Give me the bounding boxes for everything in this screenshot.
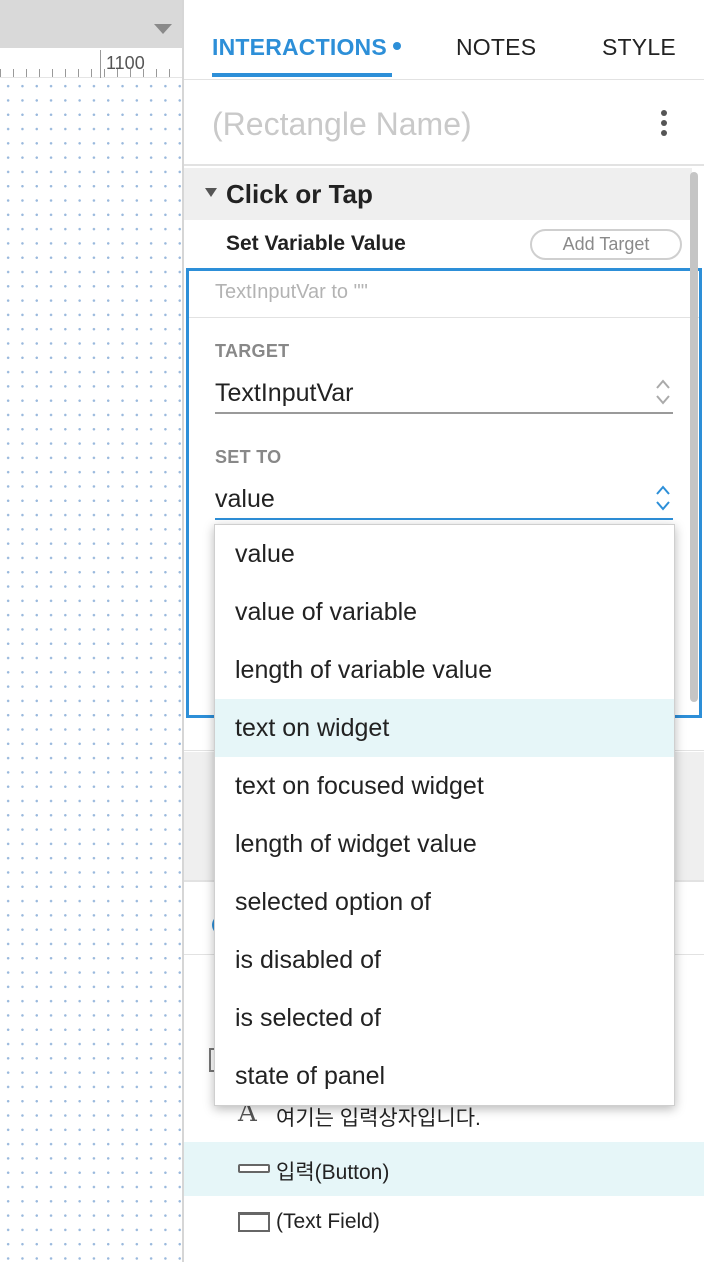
button-icon [238, 1164, 270, 1173]
inspector-tabs: INTERACTIONS NOTES STYLE [184, 0, 704, 80]
tab-style-label: STYLE [602, 34, 676, 60]
active-tab-indicator [212, 73, 392, 77]
event-title: Click or Tap [226, 179, 373, 209]
set-to-label: SET TO [215, 447, 282, 467]
canvas-area[interactable]: 1100 [0, 0, 184, 1262]
more-options-icon[interactable] [660, 110, 668, 138]
action-summary: TextInputVar to "" [215, 281, 368, 303]
target-label: TARGET [215, 341, 290, 361]
target-stepper-icon[interactable] [655, 377, 671, 407]
set-to-dropdown: value value of variable length of variab… [214, 524, 675, 1106]
tab-notes-label: NOTES [456, 34, 537, 60]
dropdown-option-highlighted[interactable]: text on widget [215, 699, 674, 757]
outline-item-label: 입력(Button) [276, 1161, 390, 1184]
target-underline [215, 412, 673, 414]
dropdown-option[interactable]: text on focused widget [215, 757, 674, 815]
set-to-select[interactable]: value [215, 485, 275, 514]
ruler-major-tick [100, 50, 101, 78]
dropdown-option[interactable]: selected option of [215, 873, 674, 931]
canvas-toolbar [0, 0, 184, 48]
outline-item-label: 여기는 입력상자입니다. [276, 1107, 481, 1130]
caret-down-icon[interactable] [154, 24, 172, 34]
outline-item-button[interactable]: 입력(Button) [184, 1142, 704, 1196]
outline-item-text-field[interactable]: (Text Field) [184, 1196, 704, 1250]
set-to-stepper-icon[interactable] [655, 483, 671, 513]
tab-notes[interactable]: NOTES [456, 34, 536, 61]
action-row: Set Variable Value Add Target [184, 222, 692, 268]
add-target-button[interactable]: Add Target [530, 229, 682, 260]
widget-name-row: (Rectangle Name) [184, 80, 704, 166]
event-header[interactable]: Click or Tap [184, 168, 692, 220]
divider [189, 317, 699, 318]
tab-interactions[interactable]: INTERACTIONS [212, 34, 401, 61]
collapse-caret-icon[interactable] [205, 188, 217, 197]
set-to-underline [215, 518, 673, 520]
modified-dot-icon [392, 41, 401, 50]
dropdown-option[interactable]: value [215, 525, 674, 583]
dropdown-option[interactable]: value of variable [215, 583, 674, 641]
ruler-label: 1100 [106, 53, 145, 73]
canvas-grid[interactable] [0, 79, 182, 1262]
action-title: Set Variable Value [226, 232, 406, 255]
dropdown-option[interactable]: length of variable value [215, 641, 674, 699]
tab-interactions-label: INTERACTIONS [212, 34, 387, 60]
dropdown-option[interactable]: is selected of [215, 989, 674, 1047]
dropdown-option[interactable]: is disabled of [215, 931, 674, 989]
dropdown-option[interactable]: state of panel [215, 1047, 674, 1105]
text-field-icon [238, 1212, 270, 1232]
panel-scrollbar[interactable] [690, 172, 698, 702]
tab-style[interactable]: STYLE [602, 34, 676, 61]
target-select[interactable]: TextInputVar [215, 379, 354, 408]
horizontal-ruler: 1100 [0, 48, 184, 78]
widget-name-input[interactable]: (Rectangle Name) [212, 106, 472, 143]
ruler-ticks [0, 69, 184, 77]
dropdown-option[interactable]: length of widget value [215, 815, 674, 873]
outline-item-label: (Text Field) [276, 1210, 380, 1233]
